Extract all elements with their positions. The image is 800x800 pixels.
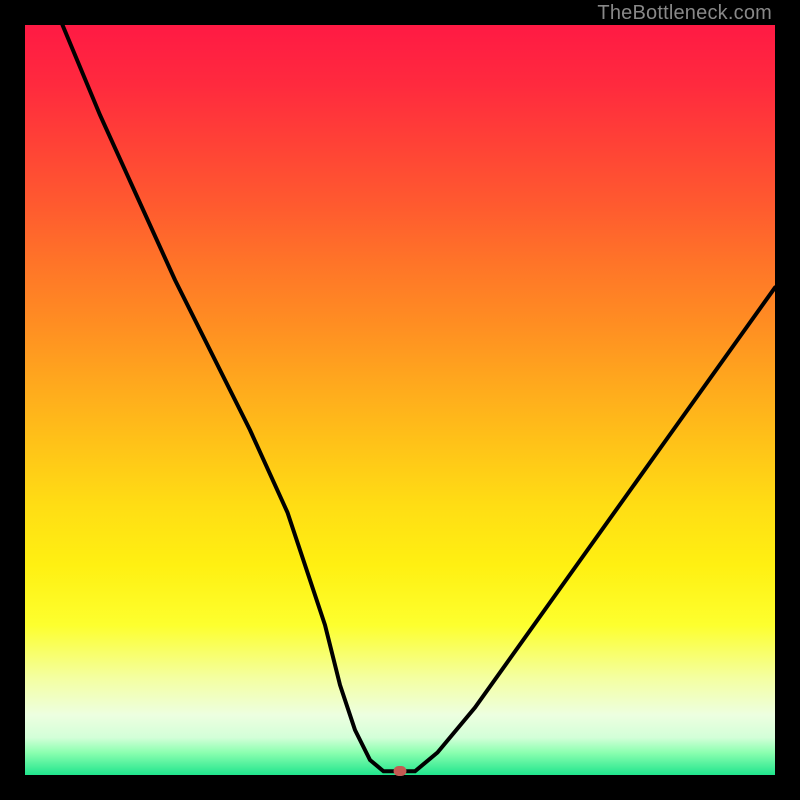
curve-layer: [25, 25, 775, 775]
chart-frame: TheBottleneck.com: [0, 0, 800, 800]
optimum-marker: [394, 766, 407, 776]
watermark-text: TheBottleneck.com: [597, 2, 772, 25]
bottleneck-curve: [63, 25, 776, 771]
